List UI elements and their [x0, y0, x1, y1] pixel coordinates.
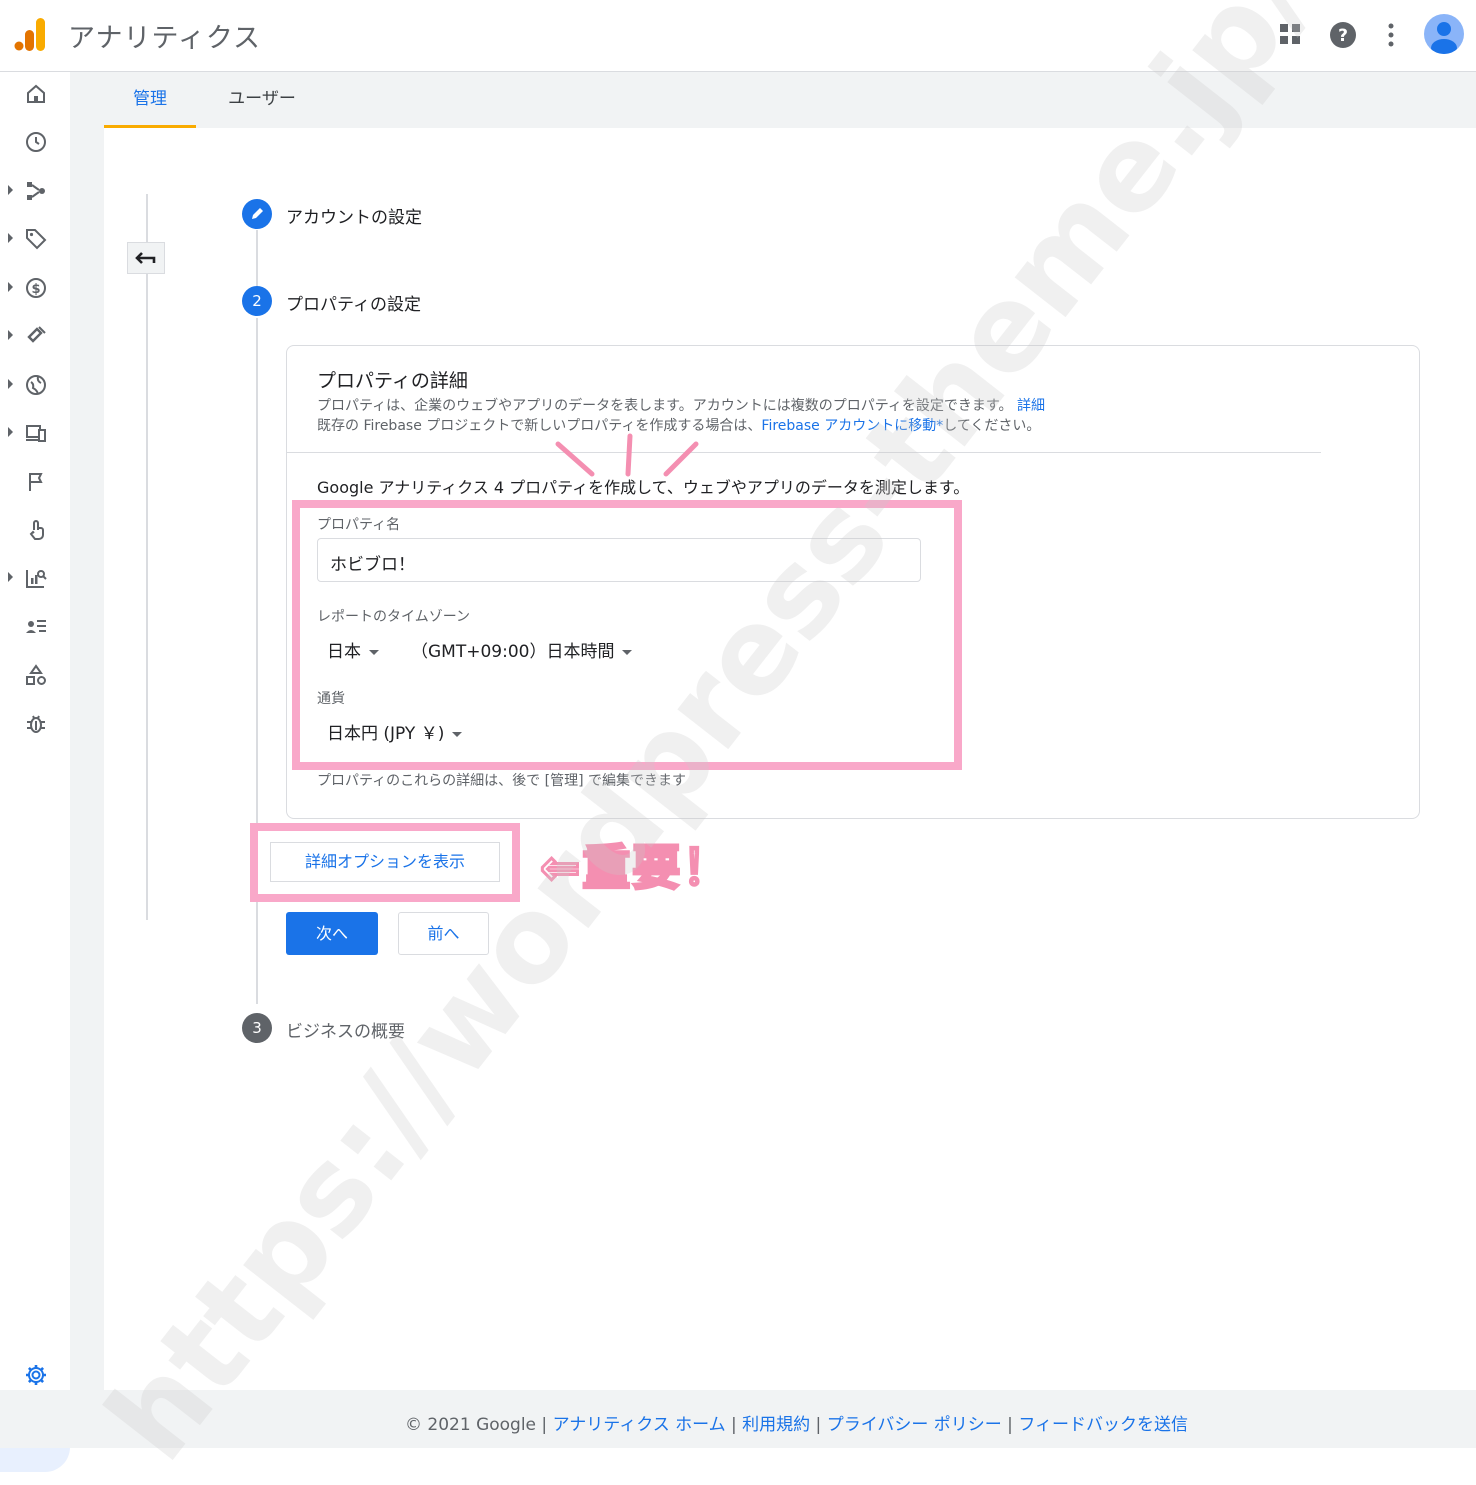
show-advanced-options-button[interactable]: 詳細オプションを表示 — [270, 842, 500, 882]
expand-caret-icon — [8, 282, 13, 292]
property-name-value: ホビブロ！ — [330, 555, 415, 575]
description-text: プロパティは、企業のウェブやアプリのデータを表します。アカウントには複数のプロパ… — [317, 398, 1013, 414]
card-title: プロパティの詳細 — [317, 370, 468, 392]
debug-icon — [27, 715, 45, 733]
expand-caret-icon — [8, 330, 13, 340]
step-1-indicator — [242, 199, 272, 229]
app-title: アナリティクス — [68, 23, 262, 54]
footer: © 2021 Google | アナリティクス ホーム | 利用規約 | プライ… — [0, 1390, 1476, 1448]
nav-admin[interactable] — [0, 1355, 70, 1395]
emphasis-marks — [555, 433, 699, 477]
shapes-icon — [26, 664, 46, 685]
description-text: してください。 — [943, 418, 1041, 434]
footer-link-privacy[interactable]: プライバシー ポリシー — [827, 1415, 1002, 1435]
step-2-label: プロパティの設定 — [286, 295, 421, 315]
footer-link-terms[interactable]: 利用規約 — [742, 1415, 810, 1435]
tag-icon — [26, 229, 47, 250]
home-icon — [27, 84, 45, 103]
magnet-icon — [27, 326, 46, 343]
back-button[interactable] — [127, 242, 165, 274]
nav-explore[interactable] — [0, 171, 70, 211]
step-connector — [256, 318, 258, 1004]
timezone-country-select[interactable]: 日本 — [327, 637, 379, 662]
settings-icon — [26, 1365, 46, 1385]
nav-acquisition[interactable] — [0, 316, 70, 356]
nav-events[interactable] — [0, 462, 70, 502]
step-2-indicator: 2 — [242, 286, 272, 316]
step-1-label[interactable]: アカウントの設定 — [286, 203, 422, 228]
currency-select[interactable]: 日本円 (JPY ￥) — [327, 719, 463, 744]
expand-caret-icon — [8, 185, 13, 195]
back-arrow-icon — [135, 252, 156, 264]
nav-tags[interactable] — [0, 219, 70, 259]
timezone-label: レポートのタイムゾーン — [317, 609, 471, 625]
property-name-label: プロパティ名 — [317, 517, 401, 533]
step-3-label: ビジネスの概要 — [286, 1022, 405, 1042]
footer-link-analytics-home[interactable]: アナリティクス ホーム — [553, 1415, 726, 1435]
svg-text:$: $ — [31, 282, 40, 297]
dropdown-caret-icon — [369, 649, 379, 655]
account-avatar-icon[interactable] — [1424, 14, 1464, 54]
top-bar: アナリティクス ? — [0, 0, 1476, 72]
audience-icon — [26, 620, 46, 633]
currency-label: 通貨 — [317, 691, 345, 707]
details-link[interactable]: 詳細 — [1017, 398, 1045, 414]
footer-link-feedback[interactable]: フィードバックを送信 — [1018, 1415, 1188, 1435]
flag-icon — [29, 473, 43, 491]
help-icon[interactable]: ? — [1328, 20, 1358, 50]
more-vert-icon[interactable] — [1376, 20, 1406, 50]
nav-home[interactable] — [0, 74, 70, 114]
footer-links: © 2021 Google | アナリティクス ホーム | 利用規約 | プライ… — [405, 1415, 1188, 1435]
report-icon — [26, 570, 47, 588]
property-details-card: プロパティの詳細 プロパティは、企業のウェブやアプリのデータを表します。アカウン… — [286, 345, 1420, 819]
expand-caret-icon — [8, 233, 13, 243]
dropdown-caret-icon — [452, 731, 463, 737]
important-annotation: ⇐重要！ — [538, 839, 733, 898]
analytics-logo-icon[interactable] — [14, 16, 46, 52]
step-connector — [256, 230, 258, 286]
expand-caret-icon — [8, 572, 13, 582]
copyright: © 2021 Google — [405, 1415, 537, 1435]
dropdown-caret-icon — [622, 649, 633, 655]
nav-monetization[interactable]: $ — [0, 268, 70, 308]
clock-icon — [26, 132, 46, 152]
previous-button[interactable]: 前へ — [398, 912, 489, 955]
timezone-country-value: 日本 — [327, 642, 361, 662]
left-navigation: $ — [0, 72, 70, 1472]
divider — [287, 452, 1321, 453]
apps-grid-icon[interactable] — [1276, 20, 1306, 50]
globe-icon — [26, 375, 46, 395]
nav-realtime[interactable] — [0, 122, 70, 162]
tab-bar: 管理 ユーザー — [104, 72, 1476, 128]
outer-timeline — [146, 194, 148, 920]
expand-caret-icon — [8, 379, 13, 389]
touch-icon — [29, 520, 44, 540]
dollar-icon: $ — [26, 278, 46, 298]
tab-users[interactable]: ユーザー — [212, 72, 312, 128]
timezone-select[interactable]: （GMT+09:00）日本時間 — [411, 637, 633, 662]
devices-icon — [26, 425, 46, 442]
step-3-indicator: 3 — [242, 1013, 272, 1043]
card-description-1: プロパティは、企業のウェブやアプリのデータを表します。アカウントには複数のプロパ… — [317, 395, 1045, 415]
next-button[interactable]: 次へ — [286, 912, 378, 955]
nav-reports[interactable] — [0, 558, 70, 598]
expand-caret-icon — [8, 427, 13, 437]
nav-demographics[interactable] — [0, 365, 70, 405]
nav-conversions[interactable] — [0, 510, 70, 550]
nav-audiences[interactable] — [0, 607, 70, 647]
nav-tech[interactable] — [0, 413, 70, 453]
property-name-input[interactable]: ホビブロ！ — [317, 538, 921, 582]
edit-pencil-icon — [252, 208, 263, 219]
currency-value: 日本円 (JPY ￥) — [327, 724, 445, 744]
nav-configure[interactable] — [0, 655, 70, 695]
svg-text:?: ? — [1338, 26, 1348, 46]
nav-debugview[interactable] — [0, 704, 70, 744]
tab-admin[interactable]: 管理 — [104, 72, 196, 128]
firebase-link[interactable]: Firebase アカウントに移動* — [761, 418, 943, 434]
edit-later-note: プロパティのこれらの詳細は、後で [管理] で編集できます — [317, 773, 686, 789]
explore-icon — [27, 182, 45, 200]
timezone-value: （GMT+09:00）日本時間 — [411, 642, 615, 662]
